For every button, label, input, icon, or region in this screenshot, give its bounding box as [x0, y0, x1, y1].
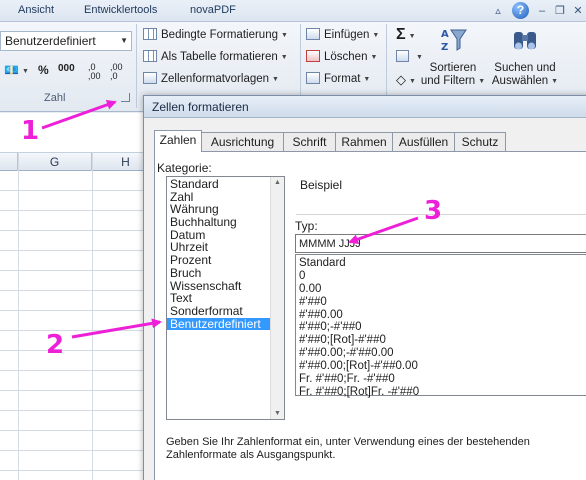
- restore-icon[interactable]: ❐: [552, 3, 568, 19]
- insert-cells-icon: [306, 28, 320, 40]
- minimize-icon[interactable]: –: [534, 3, 550, 19]
- tab-ausrichtung[interactable]: Ausrichtung: [201, 132, 284, 151]
- annotation-label-2: 2: [46, 330, 65, 360]
- decrease-decimal-button[interactable]: ,00 ,0: [110, 63, 126, 81]
- close-icon[interactable]: ✕: [570, 3, 586, 19]
- tab-zahlen[interactable]: Zahlen: [154, 130, 202, 152]
- example-label: Beispiel: [300, 178, 343, 192]
- fill-icon[interactable]: ▼: [396, 50, 423, 63]
- sort-filter-button[interactable]: A Z Sortieren und Filtern ▼: [420, 26, 486, 88]
- type-item[interactable]: #'##0;[Rot]-#'##0: [296, 334, 586, 347]
- format-cells-button[interactable]: Format ▼: [306, 72, 370, 85]
- column-gridline: [92, 153, 93, 480]
- binoculars-icon: [514, 32, 536, 50]
- tab-novapdf[interactable]: novaPDF: [190, 4, 236, 16]
- column-gridline: [18, 153, 19, 480]
- type-item[interactable]: #'##0.00;[Rot]-#'##0.00: [296, 360, 586, 373]
- help-icon[interactable]: ?: [512, 2, 529, 19]
- table-icon: [143, 50, 157, 62]
- cell-grid[interactable]: [0, 171, 160, 480]
- clear-icon[interactable]: ◇ ▼: [396, 72, 416, 88]
- column-headers: G H: [0, 153, 160, 171]
- category-item[interactable]: Buchhaltung: [167, 216, 284, 229]
- type-item[interactable]: Fr. #'##0;[Rot]Fr. -#'##0: [296, 386, 586, 399]
- currency-format-icon[interactable]: 💶 ▼: [4, 63, 29, 77]
- group-label-zahl: Zahl: [44, 92, 66, 104]
- minimize-ribbon-icon[interactable]: ▵: [490, 3, 506, 19]
- number-format-value: Benutzerdefiniert: [5, 34, 96, 48]
- format-cells-icon: [306, 72, 320, 84]
- annotation-label-1: 1: [21, 116, 40, 146]
- category-list[interactable]: Standard Zahl Währung Buchhaltung Datum Uhrze…: [166, 176, 285, 420]
- autosum-icon[interactable]: Σ ▼: [396, 26, 416, 44]
- number-format-select[interactable]: Benutzerdefiniert ▼: [0, 31, 132, 51]
- delete-cells-icon: [306, 50, 320, 62]
- tab-entwicklertools[interactable]: Entwicklertools: [84, 4, 157, 16]
- type-list[interactable]: Standard 0 0.00 #'##0 #'##0.00 #'##0;-#'##0 #'…: [295, 254, 586, 399]
- type-item[interactable]: #'##0.00;-#'##0.00: [296, 347, 586, 360]
- sort-filter-icon: A Z: [441, 29, 467, 53]
- category-item[interactable]: Bruch: [167, 267, 284, 280]
- category-item[interactable]: Sonderformat: [167, 305, 284, 318]
- group-divider: [136, 24, 137, 108]
- type-item[interactable]: 0.00: [296, 283, 586, 296]
- delete-cells-button[interactable]: Löschen ▼: [306, 50, 377, 63]
- cell-styles-button[interactable]: Zellenformatvorlagen ▼: [143, 72, 279, 85]
- percent-button[interactable]: %: [38, 63, 49, 77]
- ribbon-tab-bar: Ansicht Entwicklertools novaPDF ▵ ? – ❐ …: [0, 0, 586, 22]
- category-item[interactable]: Standard: [167, 178, 284, 191]
- tab-schrift[interactable]: Schrift: [283, 132, 336, 151]
- tab-ausfuellen[interactable]: Ausfüllen: [392, 132, 455, 151]
- type-item[interactable]: 0: [296, 270, 586, 283]
- cell-styles-icon: [143, 72, 157, 84]
- type-item[interactable]: #'##0: [296, 296, 586, 309]
- scroll-down-icon[interactable]: ▼: [274, 410, 281, 417]
- type-item[interactable]: Fr. #'##0;Fr. -#'##0: [296, 373, 586, 386]
- type-item[interactable]: #'##0;-#'##0: [296, 321, 586, 334]
- scroll-up-icon[interactable]: ▲: [274, 179, 281, 186]
- increase-decimal-button[interactable]: ,0 ,00: [88, 63, 104, 81]
- category-item[interactable]: Text: [167, 292, 284, 305]
- find-select-button[interactable]: Suchen und Auswählen ▼: [490, 26, 560, 88]
- category-item[interactable]: Prozent: [167, 254, 284, 267]
- tab-schutz[interactable]: Schutz: [454, 132, 506, 151]
- category-item[interactable]: Benutzerdefiniert: [167, 317, 284, 331]
- type-items: Standard 0 0.00 #'##0 #'##0.00 #'##0;-#'##0 #'…: [296, 257, 586, 399]
- svg-text:Z: Z: [441, 42, 448, 53]
- column-header-g[interactable]: G: [18, 153, 92, 171]
- type-item[interactable]: #'##0.00: [296, 309, 586, 322]
- insert-cells-button[interactable]: Einfügen ▼: [306, 28, 379, 41]
- category-label: Kategorie:: [157, 161, 212, 175]
- conditional-formatting-button[interactable]: Bedingte Formatierung ▼: [143, 28, 288, 41]
- category-scrollbar[interactable]: ▲ ▼: [270, 177, 284, 419]
- dialog-title: Zellen formatieren: [144, 96, 586, 118]
- tab-rahmen[interactable]: Rahmen: [335, 132, 393, 151]
- hint-text: Geben Sie Ihr Zahlenformat ein, unter Ve…: [166, 436, 530, 461]
- svg-text:A: A: [441, 29, 449, 40]
- chevron-down-icon: ▼: [120, 36, 128, 45]
- conditional-formatting-icon: [143, 28, 157, 40]
- tab-ansicht[interactable]: Ansicht: [18, 4, 54, 16]
- format-as-table-button[interactable]: Als Tabelle formatieren ▼: [143, 50, 288, 63]
- category-items: Standard Zahl Währung Buchhaltung Datum Uhrze…: [167, 177, 284, 331]
- type-item[interactable]: Standard: [296, 257, 586, 270]
- type-input[interactable]: [295, 234, 586, 253]
- dialog-launcher-icon[interactable]: [121, 93, 130, 102]
- type-label: Typ:: [295, 219, 318, 233]
- format-cells-dialog: Zellen formatieren Zahlen Ausrichtung Sc…: [143, 95, 586, 480]
- annotation-label-3: 3: [424, 196, 443, 226]
- column-header-f[interactable]: [0, 153, 18, 171]
- thousands-separator-button[interactable]: 000: [58, 63, 75, 74]
